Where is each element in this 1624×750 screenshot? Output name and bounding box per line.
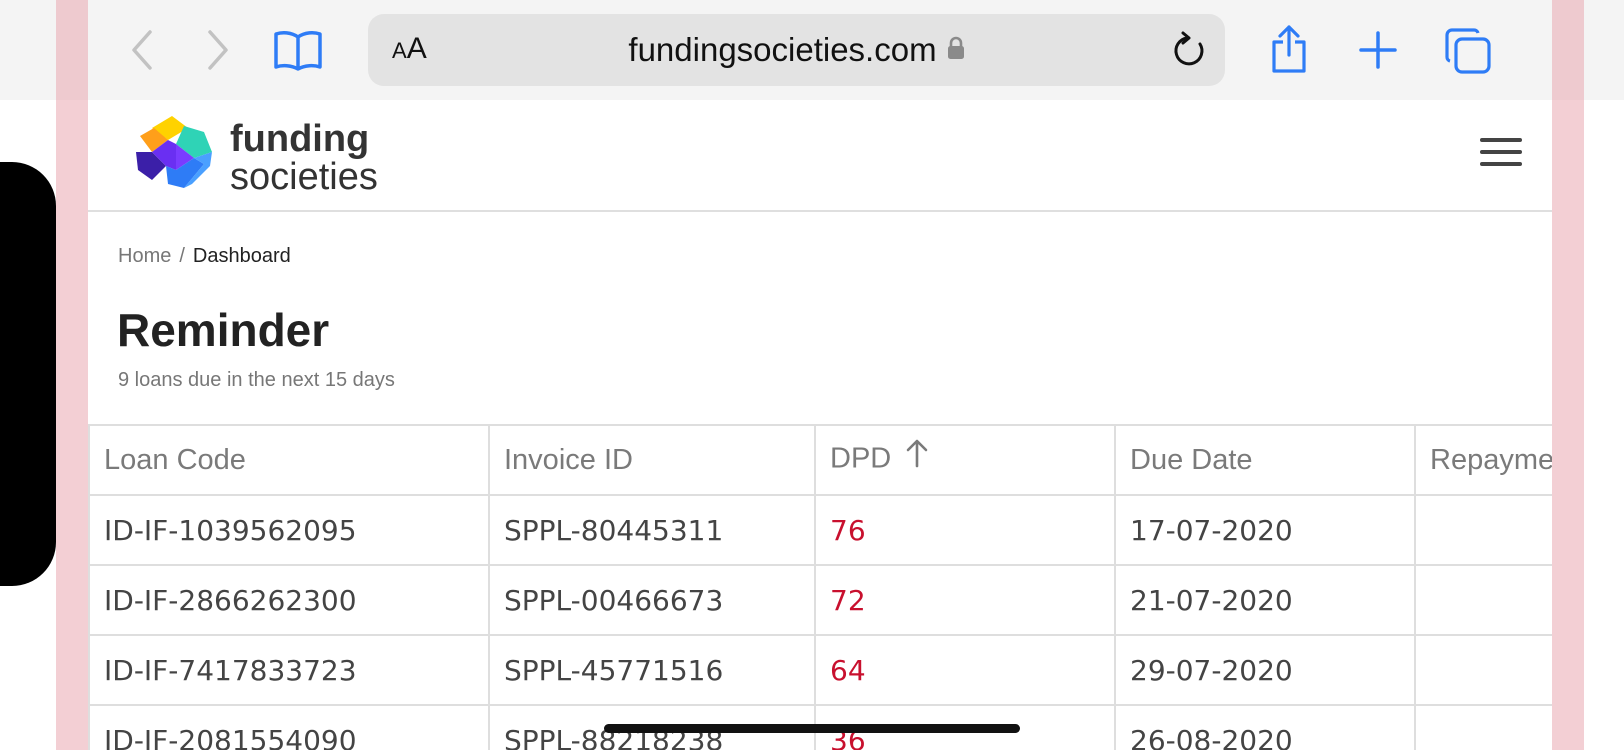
page-subtitle: 9 loans due in the next 15 days bbox=[118, 369, 395, 391]
column-header-repayment[interactable]: Repayme bbox=[1414, 424, 1552, 496]
column-header-invoice-id[interactable]: Invoice ID bbox=[488, 424, 816, 496]
cell-dpd: 64 bbox=[814, 634, 1116, 706]
cell-repayment: 3 bbox=[1414, 564, 1552, 636]
column-header-loan-code[interactable]: Loan Code bbox=[88, 424, 490, 496]
lock-icon bbox=[947, 30, 965, 68]
cell-invoice-id: SPPL-00466673 bbox=[488, 564, 816, 636]
page-title: Reminder bbox=[117, 304, 330, 356]
cell-due-date: 17-07-2020 bbox=[1114, 494, 1416, 566]
table-header-row: Loan Code Invoice ID DPD Due Date Repaym… bbox=[88, 424, 1552, 496]
cell-repayment: 2 bbox=[1414, 634, 1552, 706]
overlay-guide-right bbox=[1552, 0, 1584, 750]
tabs-icon[interactable] bbox=[1444, 27, 1492, 75]
column-header-dpd-label: DPD bbox=[830, 442, 892, 475]
breadcrumb-home[interactable]: Home bbox=[118, 245, 171, 267]
cell-loan-code: ID-IF-2081554090 bbox=[88, 704, 490, 750]
browser-toolbar: AA fundingsocieties.com bbox=[0, 0, 1624, 100]
address-bar[interactable]: AA fundingsocieties.com bbox=[368, 14, 1225, 86]
cell-dpd: 76 bbox=[814, 494, 1116, 566]
reload-icon[interactable] bbox=[1173, 31, 1207, 74]
cell-repayment: 5 bbox=[1414, 704, 1552, 750]
loans-table: Loan Code Invoice ID DPD Due Date Repaym… bbox=[88, 424, 1552, 750]
cell-repayment: 5 bbox=[1414, 494, 1552, 566]
cell-loan-code: ID-IF-1039562095 bbox=[88, 494, 490, 566]
breadcrumb-current: Dashboard bbox=[192, 245, 291, 267]
cell-due-date: 26-08-2020 bbox=[1114, 704, 1416, 750]
cell-loan-code: ID-IF-2866262300 bbox=[88, 564, 490, 636]
new-tab-icon[interactable] bbox=[1358, 30, 1398, 70]
sort-ascending-icon[interactable] bbox=[905, 438, 929, 476]
table-row[interactable]: ID-IF-1039562095 SPPL-80445311 76 17-07-… bbox=[88, 494, 1552, 566]
cell-dpd: 72 bbox=[814, 564, 1116, 636]
forward-icon[interactable] bbox=[202, 30, 234, 70]
bookmarks-icon[interactable] bbox=[272, 28, 324, 72]
back-icon[interactable] bbox=[126, 30, 158, 70]
cell-invoice-id: SPPL-45771516 bbox=[488, 634, 816, 706]
share-icon[interactable] bbox=[1268, 24, 1310, 74]
table-row[interactable]: ID-IF-7417833723 SPPL-45771516 64 29-07-… bbox=[88, 634, 1552, 706]
cell-loan-code: ID-IF-7417833723 bbox=[88, 634, 490, 706]
cell-invoice-id: SPPL-80445311 bbox=[488, 494, 816, 566]
funding-societies-logo[interactable] bbox=[132, 114, 216, 203]
logo-wordmark: funding societies bbox=[230, 118, 378, 198]
overlay-guide-left bbox=[56, 0, 88, 750]
breadcrumb: Home / Dashboard bbox=[118, 245, 291, 268]
breadcrumb-separator: / bbox=[179, 245, 185, 267]
cell-due-date: 29-07-2020 bbox=[1114, 634, 1416, 706]
column-header-dpd[interactable]: DPD bbox=[814, 424, 1116, 496]
home-indicator[interactable] bbox=[604, 724, 1020, 733]
cell-due-date: 21-07-2020 bbox=[1114, 564, 1416, 636]
url-text: fundingsocieties.com bbox=[628, 31, 937, 68]
hamburger-icon[interactable] bbox=[1480, 138, 1522, 168]
table-row[interactable]: ID-IF-2866262300 SPPL-00466673 72 21-07-… bbox=[88, 564, 1552, 636]
site-header: funding societies bbox=[88, 100, 1552, 212]
column-header-due-date[interactable]: Due Date bbox=[1114, 424, 1416, 496]
device-notch bbox=[0, 162, 56, 586]
